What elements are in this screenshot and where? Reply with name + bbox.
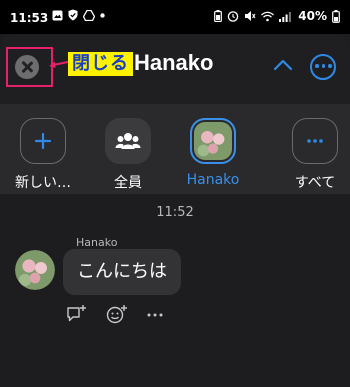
message-actions xyxy=(66,304,164,324)
plus-icon xyxy=(34,132,51,149)
target-new[interactable]: 新しい… xyxy=(8,118,78,192)
target-all-circle xyxy=(292,118,338,164)
profile-photo xyxy=(15,250,55,290)
target-everyone-label: 全員 xyxy=(114,175,142,191)
alarm-icon xyxy=(228,11,239,22)
battery-icon xyxy=(332,9,340,23)
target-new-label: 新しい… xyxy=(15,175,71,191)
target-everyone-circle xyxy=(105,118,151,164)
annotation-arrow-icon xyxy=(49,61,69,68)
profile-photo xyxy=(194,122,232,160)
message-timestamp: 11:52 xyxy=(156,205,194,220)
target-hanako-label: Hanako xyxy=(186,172,240,188)
image-icon xyxy=(52,10,63,20)
wifi-icon xyxy=(261,11,275,21)
dot-icon xyxy=(100,12,105,18)
more-horizontal-icon xyxy=(306,138,323,143)
close-annotation-label: 閉じる xyxy=(68,52,133,76)
close-circle-icon[interactable] xyxy=(15,55,39,79)
target-hanako-circle xyxy=(190,118,236,164)
group-icon xyxy=(115,133,141,149)
sender-name: Hanako xyxy=(76,236,118,249)
shield-icon xyxy=(68,9,78,21)
notification-icons xyxy=(52,9,105,21)
target-all[interactable]: すべて xyxy=(280,118,350,192)
message-bubble[interactable]: こんにちは xyxy=(63,249,181,295)
battery-saver-icon xyxy=(214,10,223,22)
emoji-add-icon[interactable] xyxy=(106,304,128,324)
chat-header: 閉じる Hanako xyxy=(0,34,350,104)
target-everyone[interactable]: 全員 xyxy=(93,118,163,192)
status-time: 11:53 xyxy=(10,11,49,25)
target-all-label: すべて xyxy=(294,175,336,191)
drive-icon xyxy=(83,9,95,21)
more-horizontal-icon xyxy=(315,64,332,68)
chat-area: 11:52 Hanako こんにちは xyxy=(0,194,350,387)
more-options-button[interactable] xyxy=(310,54,336,80)
target-new-circle xyxy=(20,118,66,164)
chevron-up-icon[interactable] xyxy=(273,58,293,72)
more-horizontal-icon[interactable] xyxy=(146,304,164,324)
signal-icon xyxy=(279,11,292,22)
reply-add-icon[interactable] xyxy=(66,304,88,324)
share-targets: 新しい… 全員 Hanako すべて xyxy=(0,104,350,194)
page-title: Hanako xyxy=(134,50,214,75)
battery-percent: 40% xyxy=(298,9,327,23)
avatar[interactable] xyxy=(15,250,55,290)
target-hanako[interactable]: Hanako xyxy=(178,118,248,188)
system-icons: 40% xyxy=(214,9,340,23)
status-bar: 11:53 40% xyxy=(0,0,350,34)
mute-icon xyxy=(245,11,256,21)
